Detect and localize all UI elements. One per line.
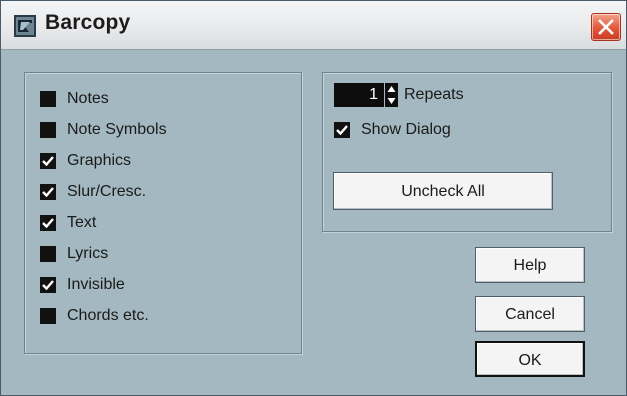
checkmark-icon (42, 218, 54, 229)
checkbox-label: Chords etc. (67, 307, 149, 324)
show-dialog-option[interactable]: Show Dialog (334, 119, 534, 141)
option-lyrics[interactable]: Lyrics (40, 243, 290, 265)
option-graphics[interactable]: Graphics (40, 150, 290, 172)
checkbox-label: Note Symbols (67, 121, 167, 138)
checkbox[interactable] (334, 122, 350, 138)
repeats-stepper[interactable] (385, 83, 398, 107)
checkbox-label: Show Dialog (361, 121, 451, 138)
checkbox[interactable] (40, 246, 56, 262)
option-slur-cresc[interactable]: Slur/Cresc. (40, 181, 290, 203)
title-bar[interactable]: Barcopy (1, 1, 626, 50)
uncheck-all-button[interactable]: Uncheck All (333, 172, 553, 210)
checkbox[interactable] (40, 122, 56, 138)
checkbox-label: Text (67, 214, 97, 231)
checkbox-label: Graphics (67, 152, 132, 169)
option-notes[interactable]: Notes (40, 88, 290, 110)
dialog-body: Notes Note Symbols Graphics Slur/Cresc. … (1, 50, 626, 395)
checkbox-label: Notes (67, 90, 109, 107)
ok-button[interactable]: OK (475, 341, 585, 377)
decrement-arrow-icon[interactable] (385, 95, 398, 107)
cancel-button[interactable]: Cancel (475, 296, 585, 332)
checkmark-icon (42, 187, 54, 198)
help-button[interactable]: Help (475, 247, 585, 283)
checkbox-label: Slur/Cresc. (67, 183, 147, 200)
copy-options-group: Notes Note Symbols Graphics Slur/Cresc. … (24, 72, 302, 354)
repeats-label: Repeats (404, 86, 464, 103)
checkmark-icon (42, 156, 54, 167)
checkbox-label: Lyrics (67, 245, 109, 262)
increment-arrow-icon[interactable] (385, 83, 398, 95)
checkbox[interactable] (40, 153, 56, 169)
checkbox-label: Invisible (67, 276, 125, 293)
checkbox[interactable] (40, 277, 56, 293)
option-note-symbols[interactable]: Note Symbols (40, 119, 290, 141)
option-invisible[interactable]: Invisible (40, 274, 290, 296)
option-text[interactable]: Text (40, 212, 290, 234)
dialog-title: Barcopy (45, 11, 131, 34)
close-button[interactable] (591, 13, 621, 41)
barcopy-app-icon (13, 14, 37, 38)
close-x-icon (598, 19, 614, 35)
checkbox[interactable] (40, 215, 56, 231)
checkbox[interactable] (40, 91, 56, 107)
checkmark-icon (336, 125, 348, 136)
barcopy-dialog: Barcopy Notes Note Symbols Graphics Slur… (0, 0, 627, 396)
option-chords[interactable]: Chords etc. (40, 305, 290, 327)
repeats-input[interactable]: 1 (334, 83, 384, 107)
checkmark-icon (42, 280, 54, 291)
checkbox[interactable] (40, 184, 56, 200)
checkbox[interactable] (40, 308, 56, 324)
